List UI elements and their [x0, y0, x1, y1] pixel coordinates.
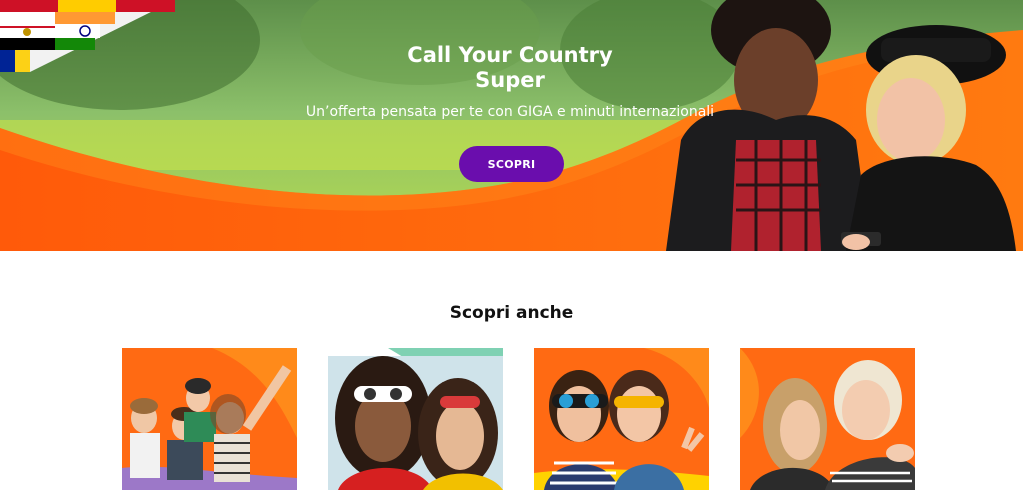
card-women-sunglasses[interactable]	[328, 348, 503, 490]
hero-banner: Call Your Country Super Un’offerta pensa…	[0, 0, 1023, 251]
couple-photo	[666, 0, 1016, 251]
country-flags-graphic	[0, 0, 175, 72]
card-women-selfie[interactable]	[534, 348, 709, 490]
card-mother-daughter[interactable]	[740, 348, 915, 490]
two-women-selfie-photo	[534, 348, 709, 490]
scopri-button[interactable]: SCOPRI	[459, 146, 564, 182]
hero-title: Call Your Country Super	[407, 43, 613, 92]
group-of-friends-photo	[122, 348, 297, 490]
mother-daughter-photo	[740, 348, 915, 490]
two-women-sunglasses-photo	[328, 348, 503, 490]
card-group-friends[interactable]	[122, 348, 297, 490]
section-title: Scopri anche	[449, 303, 574, 323]
hero-subtitle: Un’offerta pensata per te con GIGA e min…	[305, 104, 715, 120]
